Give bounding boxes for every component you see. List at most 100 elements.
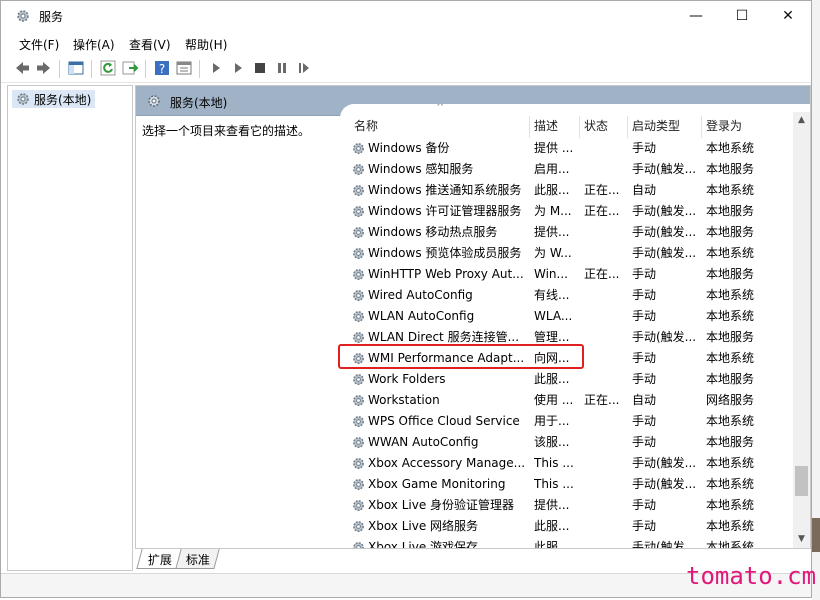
service-description: Win...: [534, 267, 568, 281]
menu-view[interactable]: 查看(V): [129, 36, 171, 53]
column-header-status[interactable]: 状态: [580, 116, 628, 138]
menu-file[interactable]: 文件(F): [19, 36, 59, 53]
title-bar[interactable]: 服务 — ☐ ✕: [1, 1, 811, 31]
service-startup-type: 手动: [632, 141, 657, 155]
service-row[interactable]: Wired AutoConfig 有线... 手动 本地系统: [340, 285, 794, 306]
svg-text:?: ?: [159, 62, 165, 76]
service-name: Xbox Accessory Manage...: [368, 456, 526, 470]
column-header-name[interactable]: 名称: [350, 116, 530, 138]
toolbar-separator: [59, 60, 60, 78]
service-startup-type: 手动: [632, 519, 657, 533]
sort-ascending-icon: ^: [436, 104, 445, 113]
menu-help[interactable]: 帮助(H): [185, 36, 227, 53]
background-avatar: [812, 518, 820, 552]
service-name: Xbox Live 网络服务: [368, 519, 479, 533]
service-row[interactable]: WinHTTP Web Proxy Aut... Win... 正在... 手动 本地服…: [340, 264, 794, 285]
start-alt-icon[interactable]: [229, 59, 247, 77]
service-name: Windows 推送通知系统服务: [368, 183, 522, 197]
service-row[interactable]: Windows 许可证管理器服务为 M... 正在... 手动(触发... 本地服务: [340, 201, 794, 222]
service-row[interactable]: WLAN AutoConfig WLA... 手动 本地系统: [340, 306, 794, 327]
service-log-on-as: 本地系统: [706, 288, 755, 302]
service-startup-type: 手动(触发...: [632, 162, 697, 176]
service-row[interactable]: Windows 推送通知系统服务 此服... 正在... 自动 本地系统: [340, 180, 794, 201]
tree-item-services-local[interactable]: 服务(本地): [12, 90, 96, 108]
service-row[interactable]: Windows 移动热点服务 提供... 手动(触发... 本地服务: [340, 222, 794, 243]
scrollbar-thumb[interactable]: [795, 466, 808, 496]
service-log-on-as: 本地系统: [706, 414, 755, 428]
service-startup-type: 自动: [632, 183, 657, 197]
service-description: 为 M...: [534, 204, 572, 218]
description-prompt: 选择一个项目来查看它的描述。: [142, 124, 311, 138]
service-log-on-as: 网络服务: [706, 393, 755, 407]
service-description: 用于...: [534, 414, 570, 428]
service-row[interactable]: Windows 备份 提供 ... 手动 本地系统: [340, 138, 794, 159]
toolbar-separator: [91, 60, 92, 78]
back-icon[interactable]: [13, 59, 31, 77]
column-header-log-on-as[interactable]: 登录为: [702, 116, 760, 138]
service-row[interactable]: WWAN AutoConfig 该服... 手动 本地服务: [340, 432, 794, 453]
service-startup-type: 手动(触发...: [632, 456, 697, 470]
service-name: Xbox Live 游戏保存: [368, 540, 479, 548]
service-row[interactable]: WPS Office Cloud Service 用于... 手动 本地系统: [340, 411, 794, 432]
service-status: 正在...: [584, 183, 620, 197]
service-row[interactable]: Xbox Accessory Manage... This ... 手动(触发...…: [340, 453, 794, 474]
minimize-button[interactable]: —: [673, 1, 719, 31]
services-list: ^ 名称 描述 状态 启动类型 登录为 Windows 备份 提供 ... 手动 本地…: [340, 104, 810, 548]
service-description: 此服...: [534, 540, 570, 548]
close-button[interactable]: ✕: [765, 1, 811, 31]
services-window: 服务 — ☐ ✕ 文件(F) 操作(A) 查看(V) 帮助(H) ? 服务(本地…: [0, 0, 812, 598]
service-status: 正在...: [584, 393, 620, 407]
forward-icon[interactable]: [35, 59, 53, 77]
service-name: WWAN AutoConfig: [368, 435, 479, 449]
help-icon[interactable]: ?: [153, 59, 171, 77]
export-icon[interactable]: [121, 59, 139, 77]
service-description: This ...: [534, 456, 574, 470]
service-name: Windows 许可证管理器服务: [368, 204, 522, 218]
service-log-on-as: 本地服务: [706, 225, 755, 239]
service-description: 提供 ...: [534, 141, 574, 155]
service-description: 此服...: [534, 372, 570, 386]
service-description: 此服...: [534, 183, 570, 197]
service-row[interactable]: Windows 感知服务 启用... 手动(触发... 本地服务: [340, 159, 794, 180]
service-row[interactable]: Workstation 使用 ... 正在... 自动 网络服务: [340, 390, 794, 411]
watermark: tomato.cm: [686, 562, 817, 590]
column-header-description[interactable]: 描述: [530, 116, 580, 138]
maximize-button[interactable]: ☐: [719, 1, 765, 31]
service-description: 启用...: [534, 162, 570, 176]
tab-standard[interactable]: 标准: [174, 549, 220, 569]
service-log-on-as: 本地服务: [706, 162, 755, 176]
service-startup-type: 手动(触发...: [632, 540, 697, 548]
start-icon[interactable]: [207, 59, 225, 77]
pause-icon[interactable]: [273, 59, 291, 77]
highlight-box: [338, 344, 584, 369]
refresh-icon[interactable]: [99, 59, 117, 77]
properties-icon[interactable]: [175, 59, 193, 77]
service-row[interactable]: Xbox Game Monitoring This ... 手动(触发... 本地系统: [340, 474, 794, 495]
service-log-on-as: 本地系统: [706, 141, 755, 155]
tab-extended[interactable]: 扩展: [136, 549, 182, 569]
service-log-on-as: 本地服务: [706, 372, 755, 386]
service-log-on-as: 本地系统: [706, 183, 755, 197]
column-header-startup-type[interactable]: 启动类型: [628, 116, 702, 138]
vertical-scrollbar[interactable]: ▲ ▼: [793, 112, 810, 548]
menu-action[interactable]: 操作(A): [73, 36, 115, 53]
service-row[interactable]: Xbox Live 身份验证管理器 提供... 手动 本地系统: [340, 495, 794, 516]
service-row[interactable]: Xbox Live 网络服务 此服... 手动 本地系统: [340, 516, 794, 537]
service-description: 有线...: [534, 288, 570, 302]
show-hide-tree-icon[interactable]: [67, 59, 85, 77]
service-row[interactable]: Work Folders 此服... 手动 本地服务: [340, 369, 794, 390]
stop-icon[interactable]: [251, 59, 269, 77]
window-title: 服务: [39, 10, 64, 24]
service-log-on-as: 本地系统: [706, 498, 755, 512]
restart-icon[interactable]: [295, 59, 313, 77]
service-log-on-as: 本地服务: [706, 267, 755, 281]
service-row[interactable]: Xbox Live 游戏保存 此服... 手动(触发... 本地系统: [340, 537, 794, 548]
scroll-up-icon[interactable]: ▲: [793, 112, 810, 129]
service-startup-type: 手动: [632, 435, 657, 449]
service-startup-type: 手动: [632, 351, 657, 365]
services-gear-icon: [148, 95, 160, 107]
services-gear-icon: [17, 93, 29, 105]
service-row[interactable]: Windows 预览体验成员服务为 W... 手动(触发... 本地系统: [340, 243, 794, 264]
service-description: 此服...: [534, 519, 570, 533]
scroll-down-icon[interactable]: ▼: [793, 531, 810, 548]
